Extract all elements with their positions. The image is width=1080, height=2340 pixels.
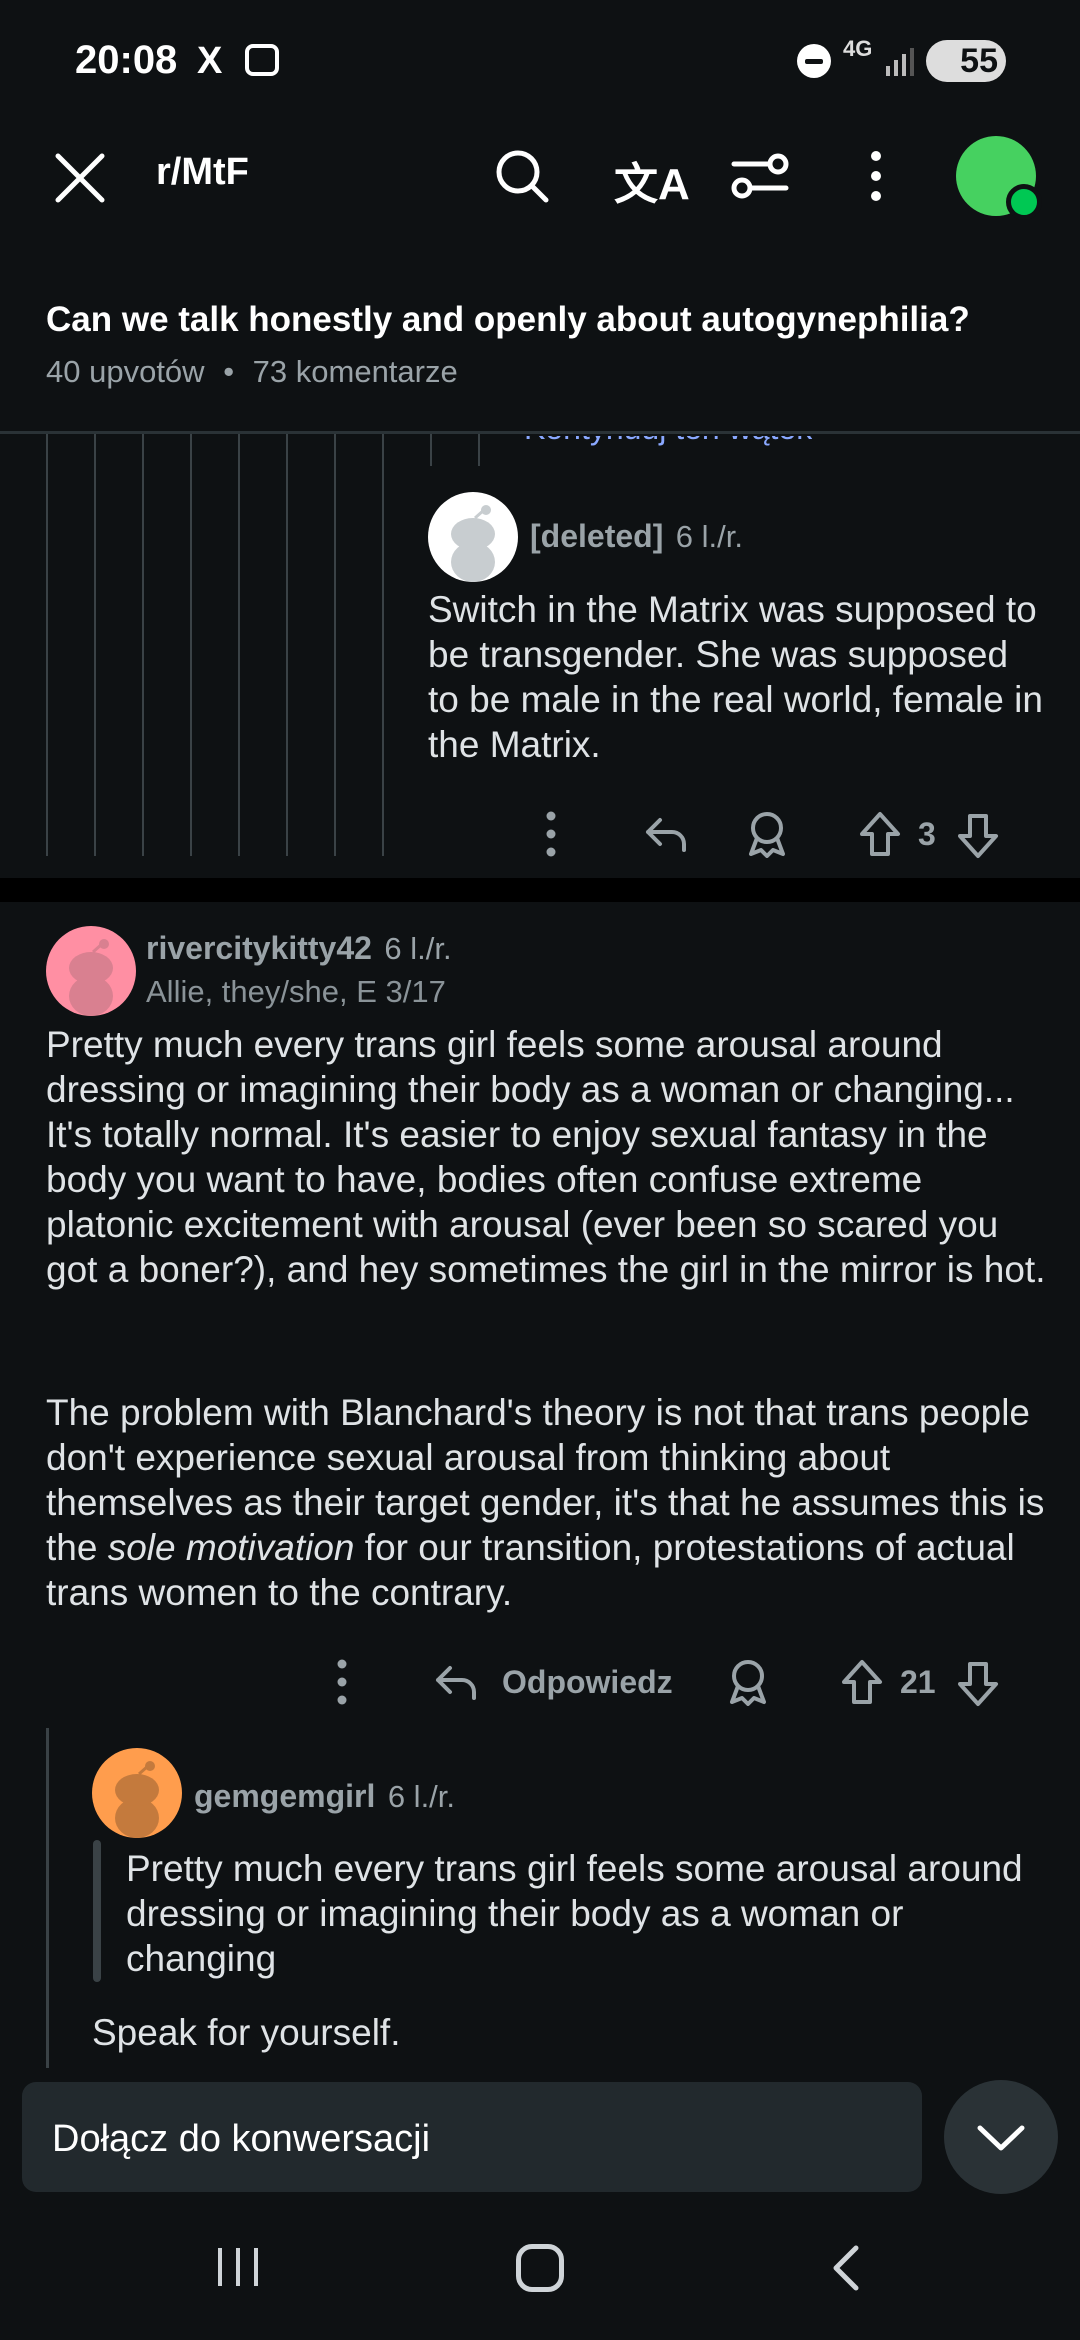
reply-icon[interactable] [644,812,688,856]
comment-username[interactable]: rivercitykitty42 [146,930,372,966]
comment-body: Switch in the Matrix was supposed to be … [428,589,1043,765]
more-options-icon[interactable] [334,1658,350,1706]
search-icon[interactable] [494,148,550,204]
screenshot-icon [245,44,279,76]
thread-line [94,434,96,856]
back-icon[interactable] [826,2244,866,2292]
snoo-icon [69,939,113,1016]
downvote-icon[interactable] [956,812,1000,860]
network-type: 4G [843,36,873,61]
chevron-down-icon [977,2125,1025,2151]
thread-line [382,434,384,856]
subreddit-name[interactable]: r/MtF [156,151,249,194]
status-bar: 20:08 X 4G 55 [0,0,1080,120]
comment-body: Speak for yourself. [92,2012,401,2053]
deleted-user-avatar [428,492,518,582]
recent-apps-icon[interactable] [214,2246,262,2288]
award-icon[interactable] [726,1658,770,1706]
join-conversation-placeholder: Dołącz do konwersacji [52,2118,431,2160]
thread-line [478,434,480,466]
thread-line [46,434,48,856]
comment-age: 6 l./r. [384,931,452,966]
upvote-count: 40 upvotów [46,354,205,389]
comment-age: 6 l./r. [675,519,743,554]
comment-username[interactable]: [deleted] [530,518,663,554]
upvote-icon[interactable] [858,810,902,858]
comment-header: rivercitykitty42 6 l./r. [146,930,452,967]
do-not-disturb-icon [797,44,831,78]
user-flair: Allie, they/she, E 3/17 [146,974,446,1009]
downvote-icon[interactable] [956,1660,1000,1708]
close-icon[interactable] [52,150,108,206]
reply-button[interactable]: Odpowiedz [502,1664,673,1701]
header-divider [0,431,1080,434]
snoo-icon [115,1761,159,1838]
thread-line [46,1728,49,2068]
comment-count: 73 komentarze [252,354,458,389]
comment-header: [deleted] 6 l./r. [530,518,743,555]
award-icon[interactable] [745,810,789,858]
more-options-icon[interactable] [543,810,559,858]
collapse-button[interactable] [944,2080,1058,2194]
translate-icon[interactable]: 文A [614,148,690,212]
snoo-icon [451,505,495,582]
more-options-icon[interactable] [864,148,888,204]
gemgemgirl-avatar[interactable] [92,1748,182,1838]
meta-separator: • [223,354,235,389]
quote-bar [93,1840,101,1982]
rivercitykitty42-avatar[interactable] [46,926,136,1016]
thread-line [190,434,192,856]
user-avatar[interactable] [956,136,1042,220]
quoted-text: Pretty much every trans girl feels some … [126,1848,1023,1979]
comment-age: 6 l./r. [387,1779,456,1814]
thread-line [286,434,288,856]
thread-line [238,434,240,856]
post-meta: 40 upvotów • 73 komentarze [46,354,458,390]
sort-filter-icon[interactable] [730,148,790,204]
emphasized-text: sole motivation [107,1527,355,1568]
continue-thread-link[interactable]: Kontynuuj ten wątek [524,436,812,447]
thread-line [430,434,432,466]
post-title[interactable]: Can we talk honestly and openly about au… [46,300,1046,340]
thread-separator [0,878,1080,902]
comment-body-paragraph: The problem with Blanchard's theory is n… [46,1390,1046,1615]
comment-username[interactable]: gemgemgirl [194,1778,375,1814]
thread-line [142,434,144,856]
thread-line [334,434,336,856]
battery-indicator: 55 [926,40,1006,82]
comment-header: gemgemgirl 6 l./r. [194,1778,455,1815]
vote-count: 3 [918,816,936,852]
signal-icon [886,48,914,76]
vote-count: 21 [900,1664,936,1700]
reply-icon[interactable] [434,1660,478,1704]
comment-body-paragraph: Pretty much every trans girl feels some … [46,1024,1046,1290]
status-time: 20:08 [75,38,178,82]
x-app-icon: X [197,40,223,82]
home-icon[interactable] [516,2244,564,2292]
upvote-icon[interactable] [840,1658,884,1706]
